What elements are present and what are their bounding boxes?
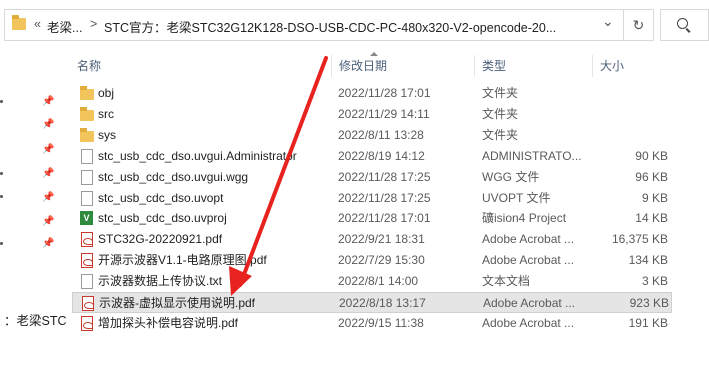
- arrow-head: [229, 266, 252, 296]
- arrow-shaft: [238, 56, 328, 287]
- red-annotation-arrow: [229, 56, 328, 296]
